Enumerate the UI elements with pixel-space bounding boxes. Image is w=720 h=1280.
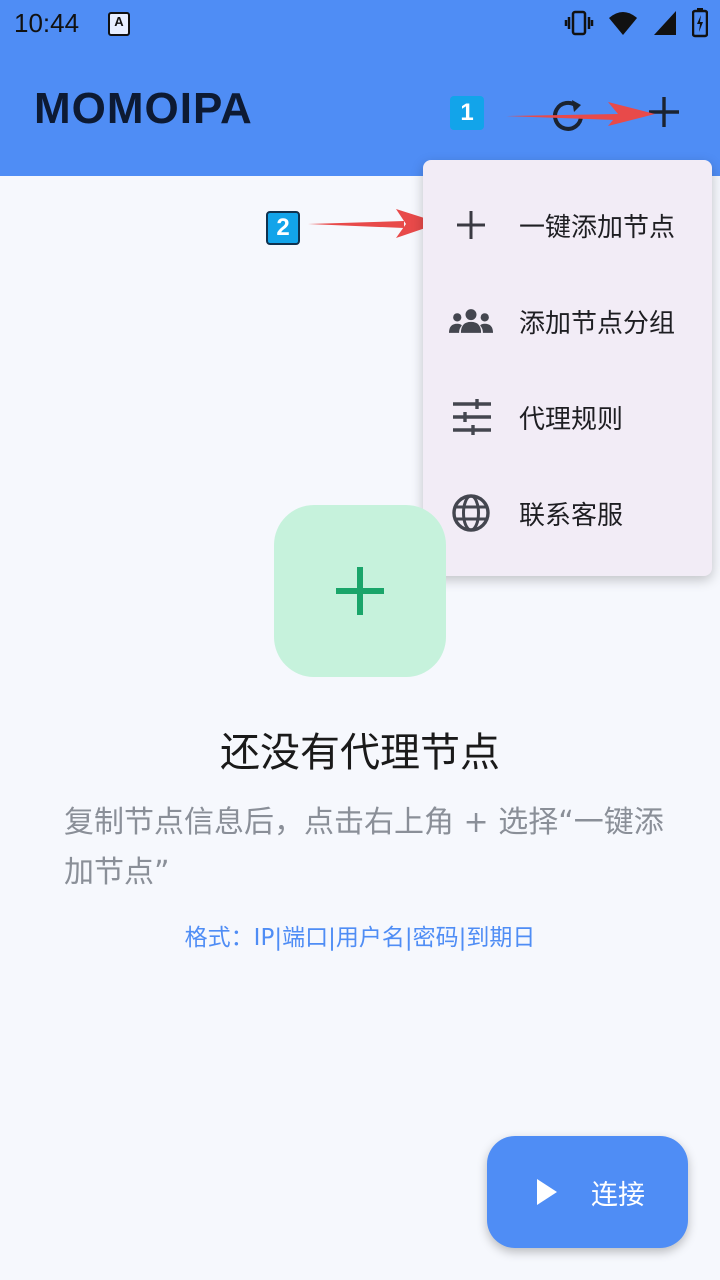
- group-icon: [449, 299, 493, 343]
- empty-state-description: 复制节点信息后，点击右上角 + 选择“一键添加节点”: [64, 805, 664, 890]
- app-bar: 10:44 A MOMOIPA: [0, 0, 720, 176]
- menu-item-label: 添加节点分组: [519, 308, 676, 339]
- menu-item-quick-add-node[interactable]: 一键添加节点: [423, 177, 712, 273]
- app-notification-icon: A: [108, 12, 130, 36]
- annotation-arrow-1: [506, 102, 655, 126]
- globe-icon: [449, 491, 493, 535]
- menu-item-label: 代理规则: [519, 404, 624, 435]
- empty-state-title: 还没有代理节点: [220, 730, 500, 776]
- battery-icon: [692, 8, 708, 38]
- add-node-tile[interactable]: [274, 505, 446, 677]
- signal-icon: [654, 11, 676, 35]
- menu-item-add-node-group[interactable]: 添加节点分组: [423, 273, 712, 369]
- format-hint: 格式：IP|端口|用户名|密码|到期日: [184, 925, 536, 951]
- status-icons: [564, 8, 708, 38]
- menu-item-proxy-rules[interactable]: 代理规则: [423, 369, 712, 465]
- plus-icon: [336, 567, 384, 615]
- annotation-badge-2: 2: [266, 211, 300, 245]
- wifi-icon: [609, 12, 637, 35]
- status-time: 10:44: [14, 8, 80, 38]
- app-title: MOMOIPA: [34, 84, 253, 133]
- play-icon: [537, 1179, 557, 1205]
- connect-button[interactable]: 连接: [487, 1136, 688, 1248]
- menu-item-contact-support[interactable]: 联系客服: [423, 465, 712, 561]
- tune-icon: [449, 395, 493, 439]
- plus-icon: [449, 203, 493, 247]
- connect-label: 连接: [591, 1179, 645, 1211]
- menu-item-label: 联系客服: [519, 500, 624, 531]
- overflow-menu: 一键添加节点 添加节点分组 代理规则 联系客服: [423, 160, 712, 576]
- vibrate-icon: [564, 10, 594, 36]
- menu-item-label: 一键添加节点: [519, 212, 676, 243]
- annotation-badge-1: 1: [450, 96, 484, 130]
